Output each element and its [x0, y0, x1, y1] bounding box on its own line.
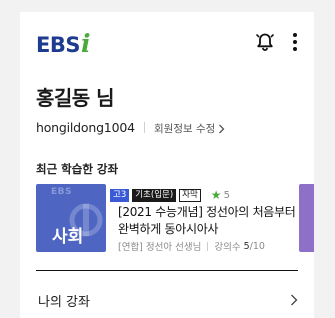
thumbnail-subject: 사회: [52, 227, 84, 247]
course-rating: ★ 5: [211, 188, 230, 202]
subtitle-badge: 자막: [179, 188, 201, 202]
chevron-right-icon: [219, 124, 225, 133]
my-page-panel: EBS i 홍길동 님 hongildong1004 회원정보 수정 최근 학습…: [20, 12, 314, 318]
user-id: hongildong1004: [36, 120, 135, 135]
progress-label: 강의수: [214, 242, 241, 253]
my-courses-label: 나의 강좌: [38, 294, 90, 310]
edit-profile-link[interactable]: 회원정보 수정: [154, 121, 225, 136]
level-badge: 기초(입문): [132, 188, 177, 202]
more-vertical-icon[interactable]: [288, 31, 302, 53]
section-title-recent: 최근 학습한 강좌: [36, 162, 119, 176]
chevron-right-icon: [291, 294, 298, 306]
grade-badge: 고3: [110, 188, 130, 202]
ebs-logo[interactable]: EBS i: [36, 26, 90, 56]
rating-value: 5: [223, 189, 230, 201]
recent-course-card[interactable]: EBS 사회 고3 기초(입문) 자막 ★ 5 [2021 수능개념] 정선아의…: [36, 184, 306, 254]
bell-icon[interactable]: [254, 31, 276, 53]
user-name: 홍길동 님: [36, 86, 115, 110]
logo-text: EBS: [36, 33, 80, 57]
course-meta: [연합] 정선아 선생님 강의수 5 /10: [118, 239, 265, 254]
progress-total: /10: [249, 240, 265, 252]
thumbnail-logo: EBS: [51, 187, 72, 197]
my-courses-menu-item[interactable]: 나의 강좌: [36, 282, 298, 318]
next-course-card-peek[interactable]: [299, 184, 314, 252]
logo-accent: i: [80, 29, 91, 58]
star-icon: ★: [210, 188, 222, 202]
course-badges: 고3 기초(입문) 자막 ★ 5: [110, 188, 230, 202]
course-thumbnail: EBS 사회: [36, 184, 106, 252]
edit-profile-label: 회원정보 수정: [154, 123, 216, 135]
course-title: [2021 수능개념] 정선아의 처음부터 완벽하게 동아시아사: [118, 205, 296, 236]
divider: [207, 241, 209, 251]
section-divider: [36, 270, 298, 271]
divider: [144, 122, 145, 133]
course-provider: [연합] 정선아 선생님: [118, 242, 202, 253]
